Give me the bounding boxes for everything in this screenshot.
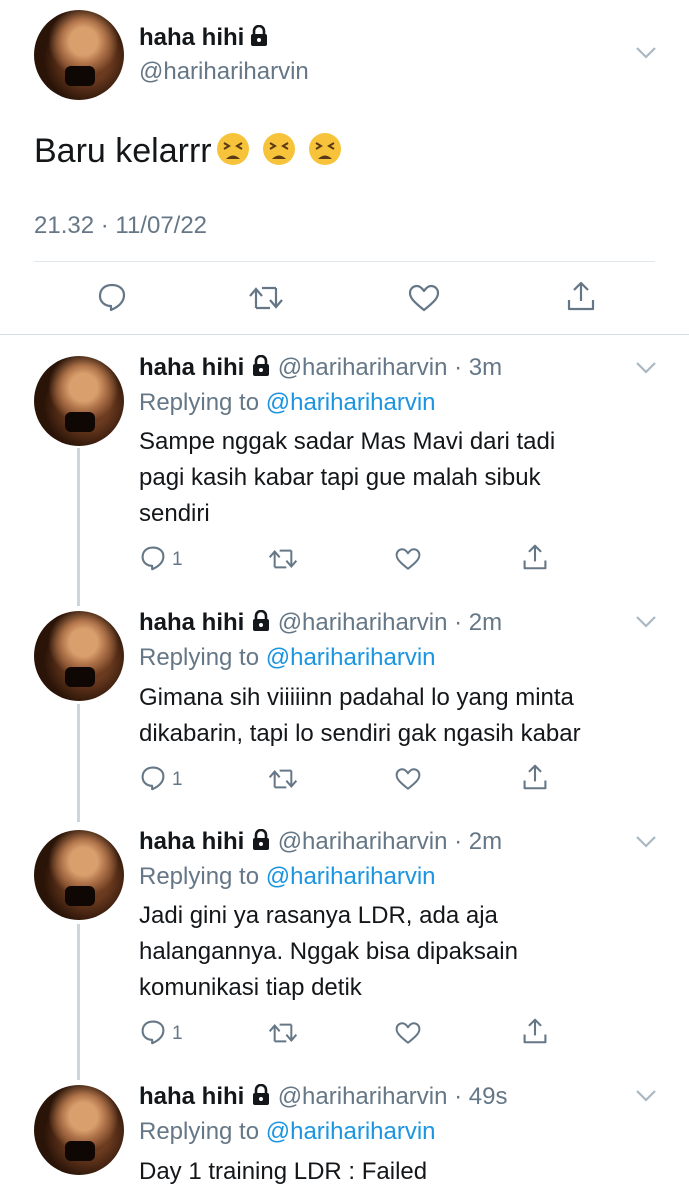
divider bbox=[34, 261, 655, 262]
main-tweet-text: Baru kelarrr bbox=[34, 132, 342, 171]
reply-icon[interactable] bbox=[97, 282, 127, 312]
replying-to-link[interactable]: @harihariharvin bbox=[266, 389, 436, 416]
main-handle[interactable]: @harihariharvin bbox=[139, 58, 309, 86]
handle-and-time[interactable]: @harihariharvin · 3m bbox=[278, 354, 502, 381]
display-name[interactable]: haha hihi bbox=[139, 609, 244, 636]
reply-count: 1 bbox=[172, 769, 183, 790]
reply-header: haha hihi @harihariharvin · 49s bbox=[139, 1083, 507, 1113]
tired-face-emoji-icon bbox=[216, 133, 249, 165]
tweet-text-line: pagi kasih kabar tapi gue malah sibuk bbox=[139, 464, 541, 491]
main-tweet-body: Baru kelarrr bbox=[34, 132, 212, 170]
tweet-text-line: Jadi gini ya rasanya LDR, ada aja bbox=[139, 902, 498, 929]
like-heart-icon[interactable] bbox=[395, 547, 421, 571]
tweet-text: Gimana sih viiiiinn padahal lo yang mint… bbox=[139, 680, 659, 752]
tired-face-emoji-icon bbox=[308, 133, 341, 165]
like-heart-icon[interactable] bbox=[395, 767, 421, 791]
replying-to-label: Replying to bbox=[139, 644, 260, 671]
lock-icon bbox=[251, 828, 271, 858]
replying-to: Replying to @harihariharvin bbox=[139, 1118, 436, 1146]
tweet-text-line: sendiri bbox=[139, 500, 210, 527]
retweet-icon[interactable] bbox=[268, 1021, 298, 1045]
reply-icon[interactable] bbox=[140, 545, 166, 571]
replying-to: Replying to @harihariharvin bbox=[139, 389, 436, 417]
chevron-down-icon[interactable] bbox=[635, 361, 657, 375]
handle-and-time[interactable]: @harihariharvin · 49s bbox=[278, 1083, 508, 1110]
avatar[interactable] bbox=[34, 830, 124, 920]
replying-to-link[interactable]: @harihariharvin bbox=[266, 644, 436, 671]
replying-to-link[interactable]: @harihariharvin bbox=[266, 863, 436, 890]
retweet-icon[interactable] bbox=[268, 547, 298, 571]
retweet-icon[interactable] bbox=[268, 767, 298, 791]
share-icon[interactable] bbox=[566, 280, 596, 312]
tweet-text-line: halangannya. Nggak bisa dipaksain bbox=[139, 938, 518, 965]
like-heart-icon[interactable] bbox=[395, 1021, 421, 1045]
chevron-down-icon[interactable] bbox=[635, 835, 657, 849]
reply-count: 1 bbox=[172, 1023, 183, 1044]
chevron-down-icon[interactable] bbox=[635, 46, 657, 60]
lock-icon bbox=[251, 609, 271, 639]
tweet-text-line: Sampe nggak sadar Mas Mavi dari tadi bbox=[139, 428, 556, 455]
share-icon[interactable] bbox=[522, 543, 548, 571]
main-display-name[interactable]: haha hihi bbox=[139, 24, 244, 51]
lock-icon bbox=[251, 1083, 271, 1113]
replying-to-label: Replying to bbox=[139, 1118, 260, 1145]
reply-count: 1 bbox=[172, 549, 183, 570]
reply-header: haha hihi @harihariharvin · 2m bbox=[139, 828, 502, 858]
share-icon[interactable] bbox=[522, 763, 548, 791]
tweet-text: Day 1 training LDR : Failed bbox=[139, 1154, 659, 1190]
replying-to-link[interactable]: @harihariharvin bbox=[266, 1118, 436, 1145]
tweet-text-line: dikabarin, tapi lo sendiri gak ngasih ka… bbox=[139, 720, 581, 747]
handle-and-time[interactable]: @harihariharvin · 2m bbox=[278, 609, 502, 636]
share-icon[interactable] bbox=[522, 1017, 548, 1045]
avatar[interactable] bbox=[34, 356, 124, 446]
tweet-text: Jadi gini ya rasanya LDR, ada aja halang… bbox=[139, 898, 659, 1006]
tweet-text-line: komunikasi tiap detik bbox=[139, 974, 362, 1001]
retweet-icon[interactable] bbox=[248, 284, 284, 312]
replying-to: Replying to @harihariharvin bbox=[139, 863, 436, 891]
thread-connector-line bbox=[77, 704, 80, 822]
display-name[interactable]: haha hihi bbox=[139, 828, 244, 855]
reply-header: haha hihi @harihariharvin · 2m bbox=[139, 609, 502, 639]
avatar[interactable] bbox=[34, 611, 124, 701]
replying-to: Replying to @harihariharvin bbox=[139, 644, 436, 672]
lock-icon bbox=[249, 24, 269, 52]
display-name[interactable]: haha hihi bbox=[139, 354, 244, 381]
replying-to-label: Replying to bbox=[139, 389, 260, 416]
avatar[interactable] bbox=[34, 1085, 124, 1175]
like-heart-icon[interactable] bbox=[408, 284, 440, 312]
main-timestamp[interactable]: 21.32 · 11/07/22 bbox=[34, 212, 207, 240]
main-avatar[interactable] bbox=[34, 10, 124, 100]
handle-and-time[interactable]: @harihariharvin · 2m bbox=[278, 828, 502, 855]
main-author[interactable]: haha hihi bbox=[139, 24, 269, 52]
chevron-down-icon[interactable] bbox=[635, 1089, 657, 1103]
reply-header: haha hihi @harihariharvin · 3m bbox=[139, 354, 502, 384]
display-name[interactable]: haha hihi bbox=[139, 1083, 244, 1110]
tweet-text-line: Day 1 training LDR : Failed bbox=[139, 1158, 428, 1185]
lock-icon bbox=[251, 354, 271, 384]
tweet-text: Sampe nggak sadar Mas Mavi dari tadi pag… bbox=[139, 424, 659, 532]
chevron-down-icon[interactable] bbox=[635, 615, 657, 629]
section-divider bbox=[0, 334, 689, 335]
tweet-text-line: Gimana sih viiiiinn padahal lo yang mint… bbox=[139, 684, 574, 711]
reply-icon[interactable] bbox=[140, 1019, 166, 1045]
thread-connector-line bbox=[77, 924, 80, 1080]
thread-connector-line bbox=[77, 448, 80, 606]
reply-icon[interactable] bbox=[140, 765, 166, 791]
replying-to-label: Replying to bbox=[139, 863, 260, 890]
tired-face-emoji-icon bbox=[262, 133, 295, 165]
